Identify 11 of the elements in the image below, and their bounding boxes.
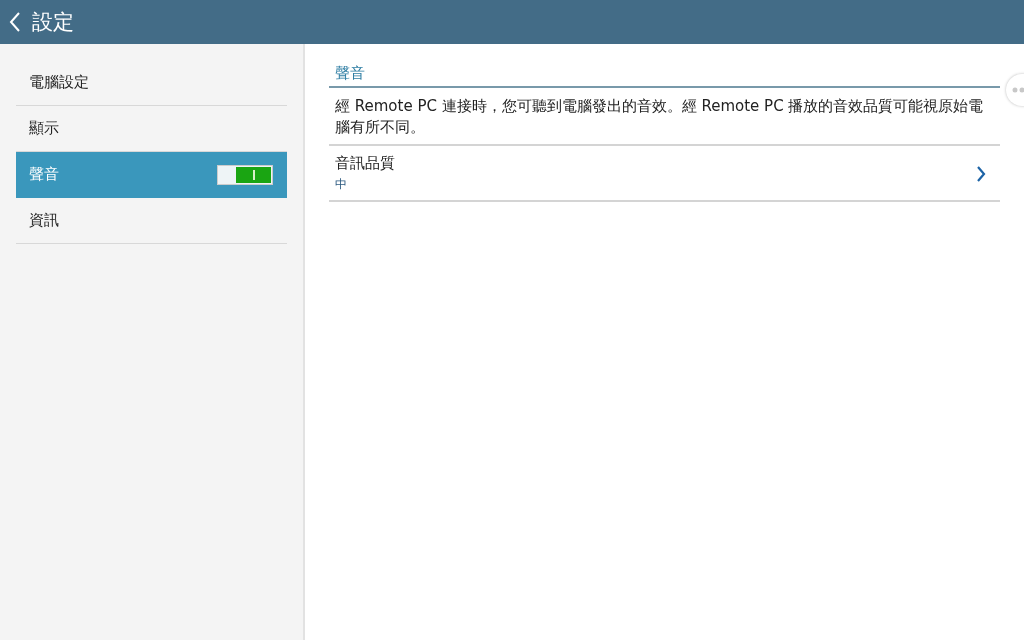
page-title: 設定 (32, 9, 74, 36)
back-icon[interactable] (9, 12, 21, 32)
setting-value: 中 (335, 176, 348, 193)
setting-label: 音訊品質 (335, 154, 395, 173)
description-text: 經 Remote PC 連接時，您可聽到電腦發出的音效。經 Remote PC 播放的音效品質可能視原始電腦有所不同。 (329, 88, 1000, 146)
sidebar-item[interactable]: 資訊 (16, 198, 287, 244)
chevron-right-icon (976, 165, 986, 182)
section-title: 聲音 (329, 60, 1000, 88)
toggle-switch[interactable] (217, 164, 273, 185)
sidebar-item[interactable]: 電腦設定 (16, 60, 287, 106)
setting-row[interactable]: 音訊品質 中 (329, 146, 1000, 202)
